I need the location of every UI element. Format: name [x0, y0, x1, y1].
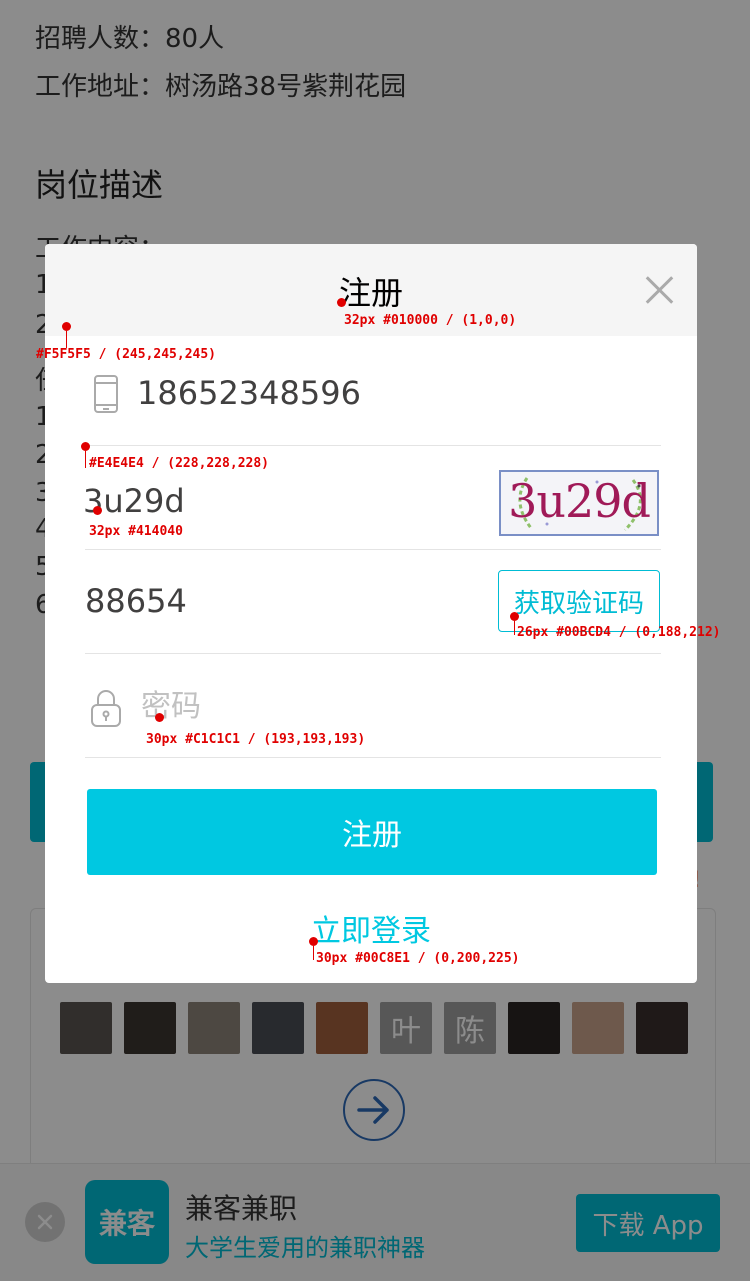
captcha-text: 3u29d: [508, 474, 651, 528]
annotation-placeholder-spec: 30px #C1C1C1 / (193,193,193): [146, 732, 366, 747]
annotation-input-text-spec: 32px #414040: [89, 524, 183, 539]
close-button[interactable]: [639, 270, 679, 310]
annotation-leader: [85, 451, 86, 468]
lock-icon: [91, 690, 121, 727]
modal-title: 注册: [338, 274, 403, 312]
phone-input[interactable]: 18652348596: [137, 374, 361, 412]
annotation-header-bg-spec: #F5F5F5 / (245,245,245): [36, 347, 217, 362]
annotation-leader: [66, 331, 67, 348]
annotation-marker: [93, 506, 102, 515]
annotation-code-button-spec: 26px #00BCD4 / (0,188,212): [517, 625, 721, 640]
annotation-marker: [337, 298, 346, 307]
get-code-button[interactable]: 获取验证码: [498, 570, 660, 632]
annotation-leader: [514, 621, 515, 635]
annotation-login-link-spec: 30px #00C8E1 / (0,200,225): [316, 951, 520, 966]
annotation-marker: [62, 322, 71, 331]
annotation-divider-spec: #E4E4E4 / (228,228,228): [89, 456, 270, 471]
login-link[interactable]: 立即登录: [45, 906, 697, 950]
annotation-marker: [309, 937, 318, 946]
sms-code-input[interactable]: 88654: [85, 582, 187, 620]
annotation-marker: [155, 713, 164, 722]
annotation-title-spec: 32px #010000 / (1,0,0): [344, 313, 517, 328]
phone-icon: [94, 375, 118, 413]
annotation-leader: [313, 946, 314, 960]
captcha-image[interactable]: 3u29d: [499, 470, 659, 536]
password-input[interactable]: [141, 684, 641, 728]
annotation-marker: [510, 612, 519, 621]
annotation-marker: [81, 442, 90, 451]
register-button[interactable]: 注册: [87, 789, 657, 875]
